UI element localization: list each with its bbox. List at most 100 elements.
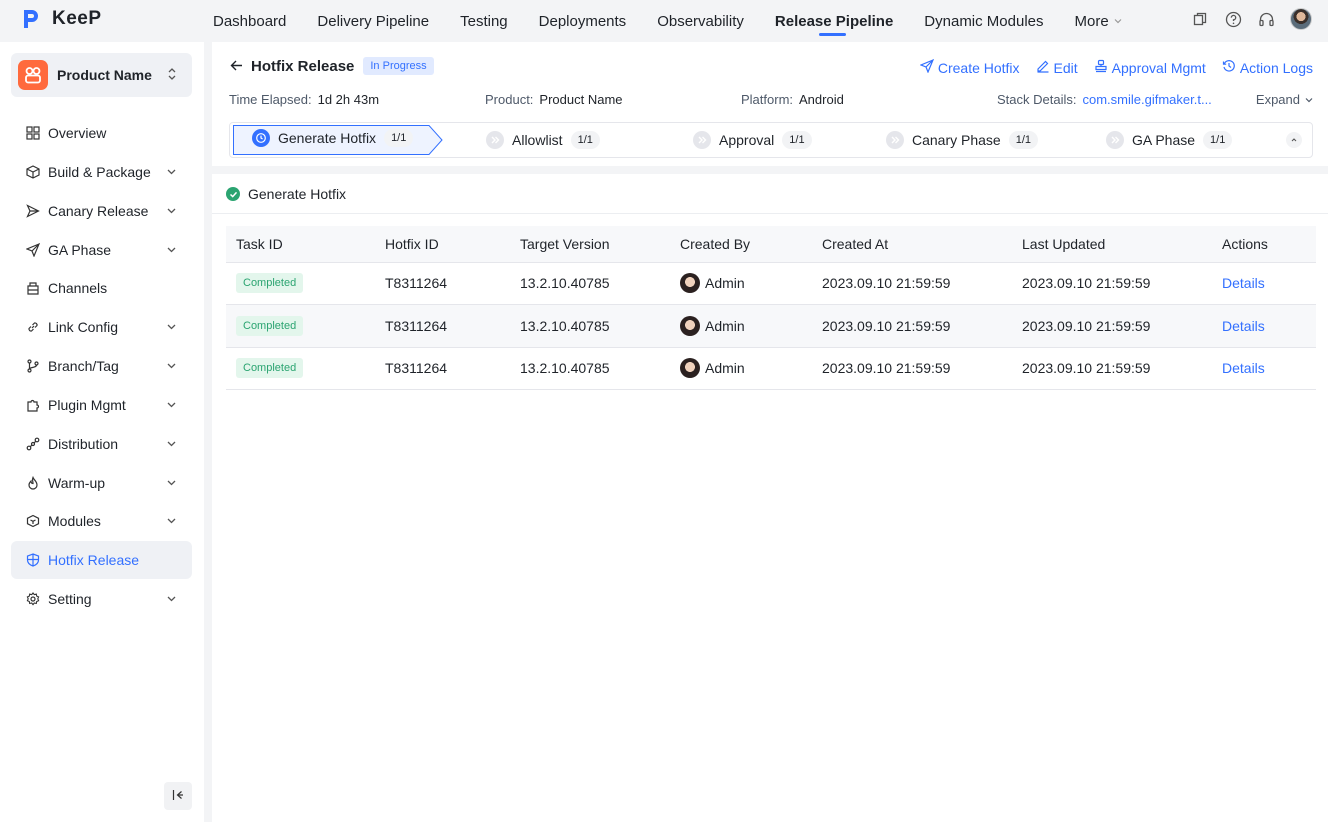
target-version-cell: 13.2.10.40785	[510, 262, 670, 305]
send-icon	[25, 203, 41, 219]
release-info: Time Elapsed: 1d 2h 43m Product: Product N…	[229, 92, 1314, 110]
create-hotfix-button[interactable]: Create Hotfix	[919, 58, 1020, 76]
double-chevron-icon	[886, 131, 904, 149]
task-cell: Completed	[226, 262, 375, 305]
details-link[interactable]: Details	[1222, 318, 1265, 334]
created-by-cell: Admin	[670, 262, 812, 305]
product-label: Product:	[485, 92, 534, 107]
main-content: Generate Hotfix Task ID Hotfix ID Target…	[212, 174, 1328, 822]
step-generate-hotfix[interactable]: Generate Hotfix 1/1	[252, 123, 414, 153]
sidebar-item-link-config[interactable]: Link Config	[11, 308, 192, 346]
step-approval[interactable]: Approval 1/1	[693, 123, 812, 157]
platform-value: Android	[799, 92, 844, 107]
creator-name: Admin	[705, 360, 745, 377]
details-link[interactable]: Details	[1222, 275, 1265, 291]
table-header-row: Task ID Hotfix ID Target Version Created…	[226, 226, 1316, 263]
step-ga-phase[interactable]: GA Phase 1/1	[1106, 123, 1233, 157]
nav-more[interactable]: More	[1075, 0, 1123, 42]
sidebar-item-setting[interactable]: Setting	[11, 580, 192, 618]
action-logs-button[interactable]: Action Logs	[1222, 59, 1313, 76]
nav-testing[interactable]: Testing	[460, 0, 508, 42]
created-by-cell: Admin	[670, 347, 812, 390]
sidebar-item-label: Hotfix Release	[48, 552, 140, 569]
sidebar-item-label: Setting	[48, 591, 92, 608]
col-created-by: Created By	[670, 226, 812, 263]
product-name: Product Name	[57, 67, 152, 83]
col-hotfix-id: Hotfix ID	[375, 226, 510, 263]
sidebar-item-ga-phase[interactable]: GA Phase	[11, 231, 192, 269]
product-info: Product: Product Name	[485, 92, 623, 107]
collapse-steps-button[interactable]	[1286, 132, 1302, 148]
sidebar-item-canary-release[interactable]: Canary Release	[11, 192, 192, 230]
nav-dashboard[interactable]: Dashboard	[213, 0, 286, 42]
table-row: Completed T8311264 13.2.10.40785 Admin 2…	[226, 304, 1316, 348]
status-badge: In Progress	[363, 57, 434, 75]
nav-release-pipeline[interactable]: Release Pipeline	[775, 0, 893, 42]
nav-delivery-pipeline[interactable]: Delivery Pipeline	[317, 0, 429, 42]
actions-cell: Details	[1212, 347, 1316, 390]
step-label: Canary Phase	[912, 132, 1001, 148]
sidebar-item-label: Warm-up	[48, 474, 106, 491]
product-selector[interactable]: Product Name	[11, 53, 192, 97]
user-avatar[interactable]	[1290, 8, 1312, 30]
sidebar-item-hotfix-release[interactable]: Hotfix Release	[11, 541, 192, 580]
task-cell: Completed	[226, 347, 375, 390]
keep-logo-icon	[22, 8, 40, 30]
nav-observability[interactable]: Observability	[657, 0, 744, 42]
chevron-down-icon	[166, 475, 178, 491]
help-icon[interactable]	[1224, 10, 1242, 28]
sidebar-item-distribution[interactable]: Distribution	[11, 425, 192, 463]
copy-icon[interactable]	[1191, 10, 1209, 28]
sidebar-item-modules[interactable]: Modules	[11, 502, 192, 540]
task-cell: Completed	[226, 304, 375, 348]
step-label: Approval	[719, 132, 775, 148]
nav-dynamic-modules[interactable]: Dynamic Modules	[924, 0, 1043, 42]
edit-label: Edit	[1053, 59, 1078, 76]
sidebar-item-overview[interactable]: Overview	[11, 114, 192, 152]
details-link[interactable]: Details	[1222, 360, 1265, 376]
step-canary-phase[interactable]: Canary Phase 1/1	[886, 123, 1039, 157]
col-target-version: Target Version	[510, 226, 670, 263]
last-updated-cell: 2023.09.10 21:59:59	[1012, 304, 1212, 348]
back-arrow-icon[interactable]	[229, 58, 245, 74]
sidebar-item-branch-tag[interactable]: Branch/Tag	[11, 347, 192, 385]
headset-icon[interactable]	[1257, 10, 1275, 28]
step-allowlist[interactable]: Allowlist 1/1	[486, 123, 600, 157]
expand-button[interactable]: Expand	[1256, 92, 1314, 107]
store-icon	[25, 280, 41, 296]
table-row: Completed T8311264 13.2.10.40785 Admin 2…	[226, 262, 1316, 305]
sidebar-item-warm-up[interactable]: Warm-up	[11, 464, 192, 502]
edit-button[interactable]: Edit	[1036, 59, 1078, 76]
creator: Admin	[680, 273, 812, 294]
release-stepper: Generate Hotfix 1/1 Allowlist 1/1 Approv…	[229, 122, 1313, 158]
chevron-down-icon	[166, 591, 178, 607]
platform-info: Platform: Android	[741, 92, 844, 107]
top-icons	[1191, 8, 1312, 30]
nav-deployments[interactable]: Deployments	[539, 0, 627, 42]
chevron-down-icon	[166, 242, 178, 258]
main-nav: Dashboard Delivery Pipeline Testing Depl…	[213, 0, 1154, 42]
plane-icon	[25, 242, 41, 258]
sidebar-item-build-package[interactable]: Build & Package	[11, 153, 192, 191]
app-logo[interactable]: KeeP	[22, 8, 102, 30]
stack-link[interactable]: com.smile.gifmaker.t...	[1082, 92, 1211, 107]
chevron-up-down-icon	[166, 67, 182, 84]
created-by-cell: Admin	[670, 304, 812, 348]
chevron-down-icon	[166, 319, 178, 335]
chevron-down-icon	[1114, 19, 1122, 24]
sidebar-item-plugin-mgmt[interactable]: Plugin Mgmt	[11, 386, 192, 424]
approval-mgmt-button[interactable]: Approval Mgmt	[1094, 59, 1206, 76]
top-bar: KeeP Dashboard Delivery Pipeline Testing…	[0, 0, 1328, 42]
hotfix-id-cell: T8311264	[375, 262, 510, 305]
flame-icon	[25, 475, 41, 491]
col-actions: Actions	[1212, 226, 1316, 263]
col-created-at: Created At	[812, 226, 1012, 263]
creator-name: Admin	[705, 275, 745, 292]
create-hotfix-label: Create Hotfix	[937, 59, 1020, 76]
collapse-sidebar-button[interactable]	[164, 782, 192, 810]
step-count: 1/1	[1008, 131, 1039, 149]
sidebar-item-channels[interactable]: Channels	[11, 269, 192, 307]
sidebar-item-label: Plugin Mgmt	[48, 396, 126, 413]
step-count: 1/1	[1203, 131, 1233, 149]
time-elapsed: Time Elapsed: 1d 2h 43m	[229, 92, 379, 107]
